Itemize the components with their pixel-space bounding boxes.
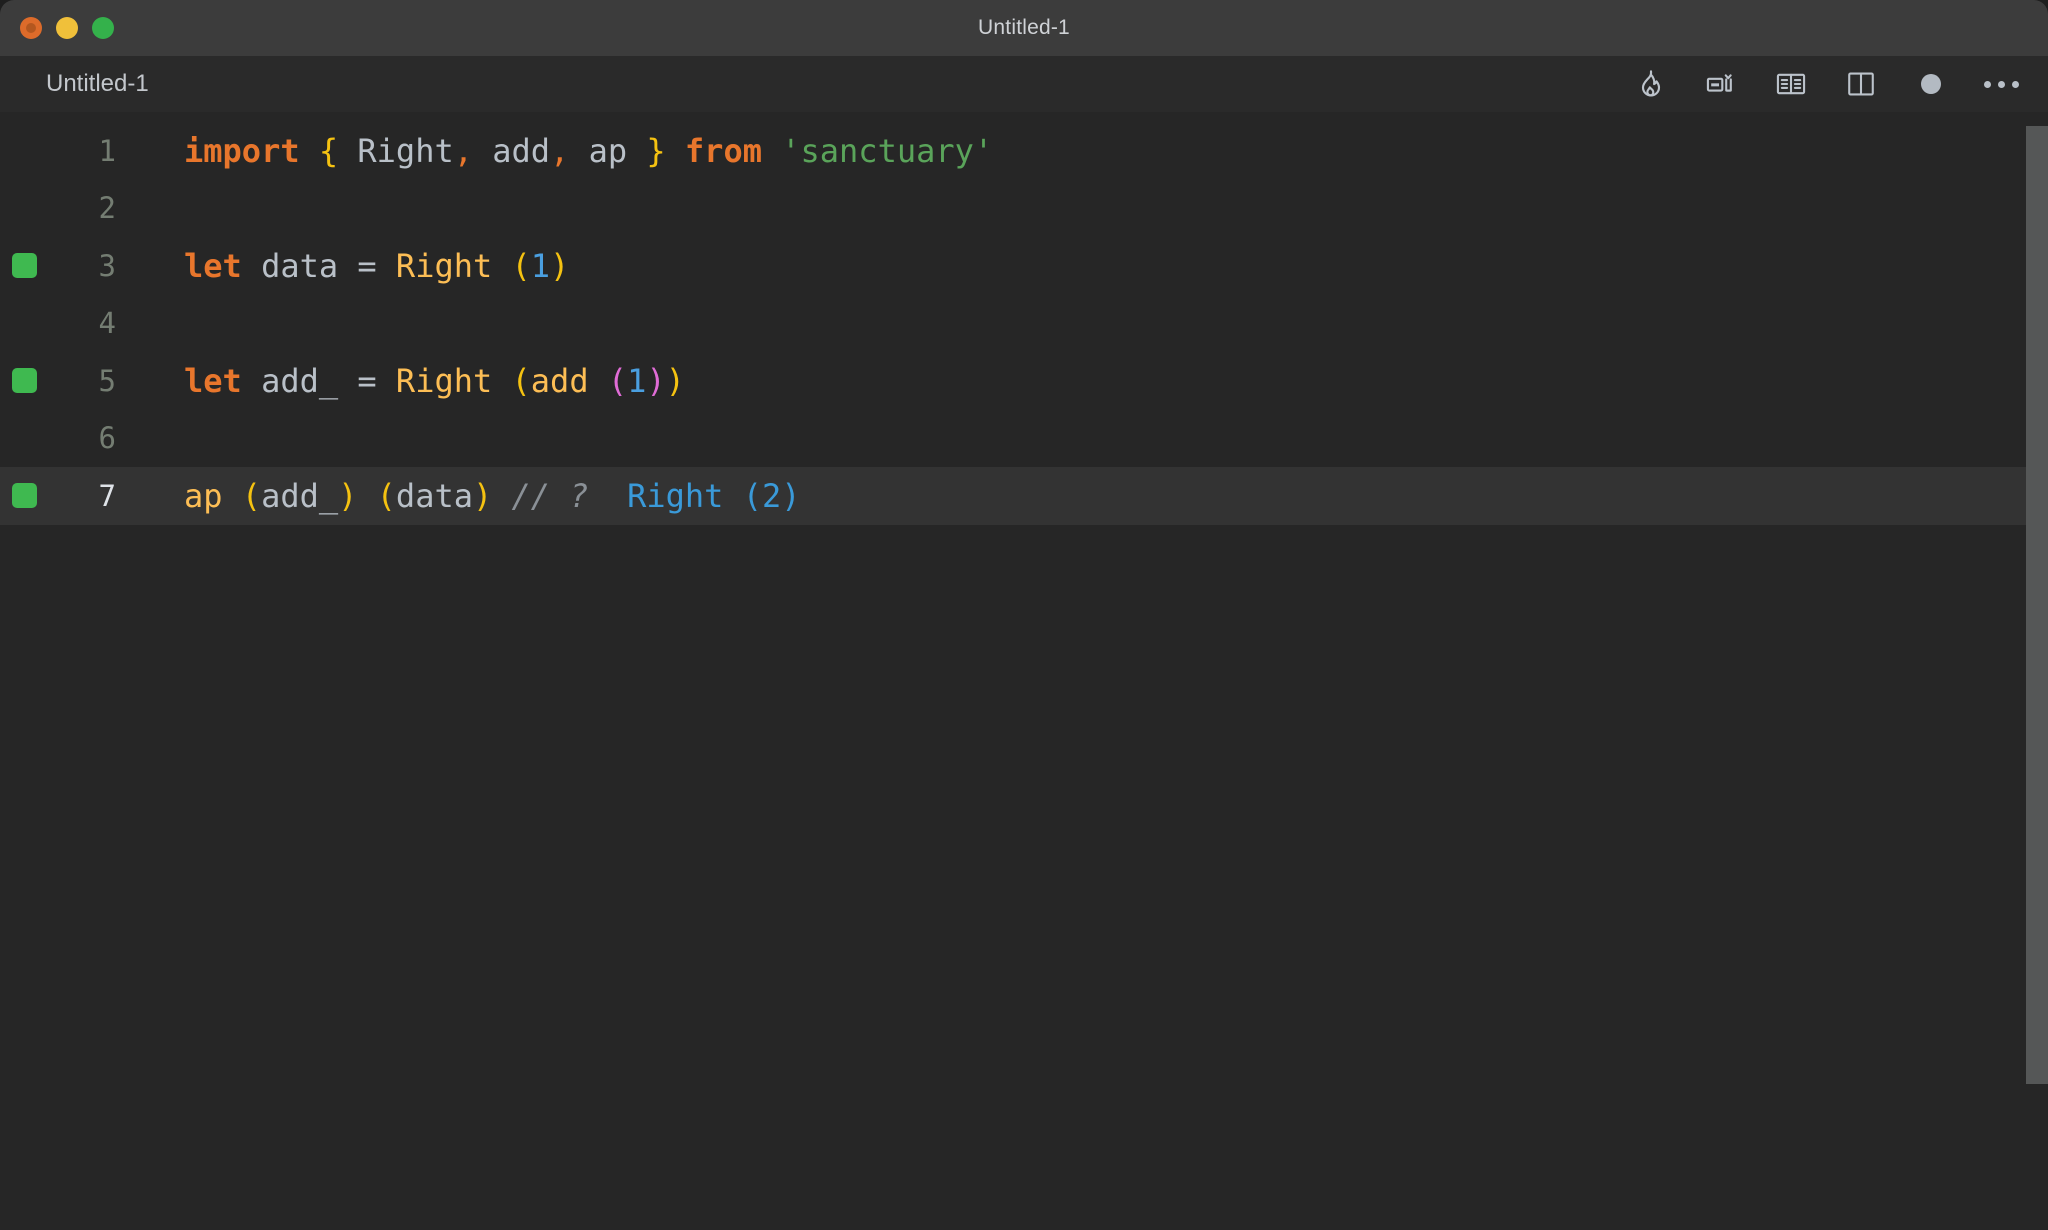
breakpoint-marker-icon[interactable] (11, 368, 37, 394)
code-token: 1 (627, 361, 647, 400)
breakpoint-marker-icon[interactable] (11, 253, 37, 279)
code-token: add (530, 361, 589, 400)
code-line[interactable]: 1 import { Right, add, ap } from 'sanctua… (0, 122, 2048, 180)
line-content[interactable]: let data = Right (1) (124, 247, 2048, 285)
code-token: // ? (511, 476, 589, 515)
code-line[interactable]: 7 ap (add_) (data) // ? Right (2) (0, 467, 2048, 525)
code-token: ) (665, 361, 685, 400)
code-token: data (395, 476, 473, 515)
code-token: ) (550, 246, 570, 285)
line-number: 4 (98, 306, 116, 341)
code-token: from (684, 131, 762, 170)
code-token: add_ (241, 361, 358, 400)
flame-icon[interactable] (1630, 63, 1672, 105)
code-token: , (453, 131, 473, 170)
code-token: add_ (261, 476, 339, 515)
window-title: Untitled-1 (978, 16, 1070, 39)
code-token: ) (646, 361, 666, 400)
code-token: let (184, 246, 242, 285)
code-token: data (241, 246, 358, 285)
line-content[interactable]: let add_ = Right (add (1)) (124, 362, 2048, 400)
line-number: 3 (98, 248, 116, 283)
code-token: 1 (530, 246, 551, 285)
code-token: Right (338, 131, 454, 170)
line-number: 7 (98, 478, 116, 513)
code-token: 'sanctuary' (781, 131, 994, 170)
minimize-window-button[interactable] (56, 17, 78, 39)
code-token: } (646, 131, 666, 170)
code-token: Right (395, 246, 493, 285)
unsaved-dot-icon[interactable] (1910, 63, 1952, 105)
code-token: = (357, 361, 377, 400)
code-lines: 1 import { Right, add, ap } from 'sanctua… (0, 112, 2048, 525)
editor-toolbar (1630, 63, 2048, 105)
split-terminal-icon[interactable] (1700, 63, 1742, 105)
open-preview-icon[interactable] (1770, 63, 1812, 105)
code-line[interactable]: 5 let add_ = Right (add (1)) (0, 352, 2048, 410)
editor-window: Untitled-1 Untitled-1 1 import {Right, … (0, 0, 2048, 1230)
code-token: ) (472, 476, 493, 515)
tab-untitled-1[interactable]: Untitled-1 (0, 72, 149, 96)
code-token: = (357, 246, 377, 285)
window-titlebar[interactable]: Untitled-1 (0, 0, 2048, 56)
gutter-marker-cell[interactable] (0, 483, 48, 509)
code-editor[interactable]: 1 import { Right, add, ap } from 'sanctua… (0, 112, 2048, 1230)
code-line[interactable]: 6 (0, 410, 2048, 468)
traffic-light-group (0, 17, 114, 39)
split-editor-icon[interactable] (1840, 63, 1882, 105)
gutter-marker-cell[interactable] (0, 368, 48, 394)
code-token: { (318, 131, 339, 170)
line-number: 2 (98, 191, 116, 226)
code-line[interactable]: 4 (0, 295, 2048, 353)
code-token: ( (511, 361, 531, 400)
code-token: , (550, 131, 570, 170)
tab-toolbar-row: Untitled-1 (0, 56, 2048, 112)
code-line[interactable]: 2 (0, 180, 2048, 238)
line-number: 5 (98, 363, 116, 398)
code-token: ap (184, 476, 223, 515)
code-token: ( (376, 476, 396, 515)
code-token: ( (241, 476, 262, 515)
code-token: let (184, 361, 242, 400)
code-token: Right (2) (627, 476, 801, 515)
gutter-marker-cell[interactable] (0, 253, 48, 279)
vertical-scrollbar[interactable] (2026, 112, 2048, 1230)
code-token: import (184, 131, 300, 170)
code-token: ( (511, 246, 531, 285)
line-content[interactable]: import { Right, add, ap } from 'sanctuar… (124, 132, 2048, 170)
code-token: Right (395, 361, 493, 400)
more-actions-icon[interactable] (1980, 63, 2022, 105)
breakpoint-marker-icon[interactable] (11, 483, 37, 509)
code-token: ap (569, 131, 647, 170)
line-content[interactable]: ap (add_) (data) // ? Right (2) (184, 477, 2048, 515)
maximize-window-button[interactable] (92, 17, 114, 39)
code-token: ( (607, 361, 628, 400)
code-line[interactable]: 3 let data = Right (1) (0, 237, 2048, 295)
code-token: ) (338, 476, 358, 515)
line-number: 6 (98, 421, 116, 456)
close-window-button[interactable] (20, 17, 42, 39)
code-token: add (472, 131, 551, 170)
vertical-scrollbar-thumb[interactable] (2026, 126, 2048, 1084)
line-number: 1 (98, 133, 116, 168)
